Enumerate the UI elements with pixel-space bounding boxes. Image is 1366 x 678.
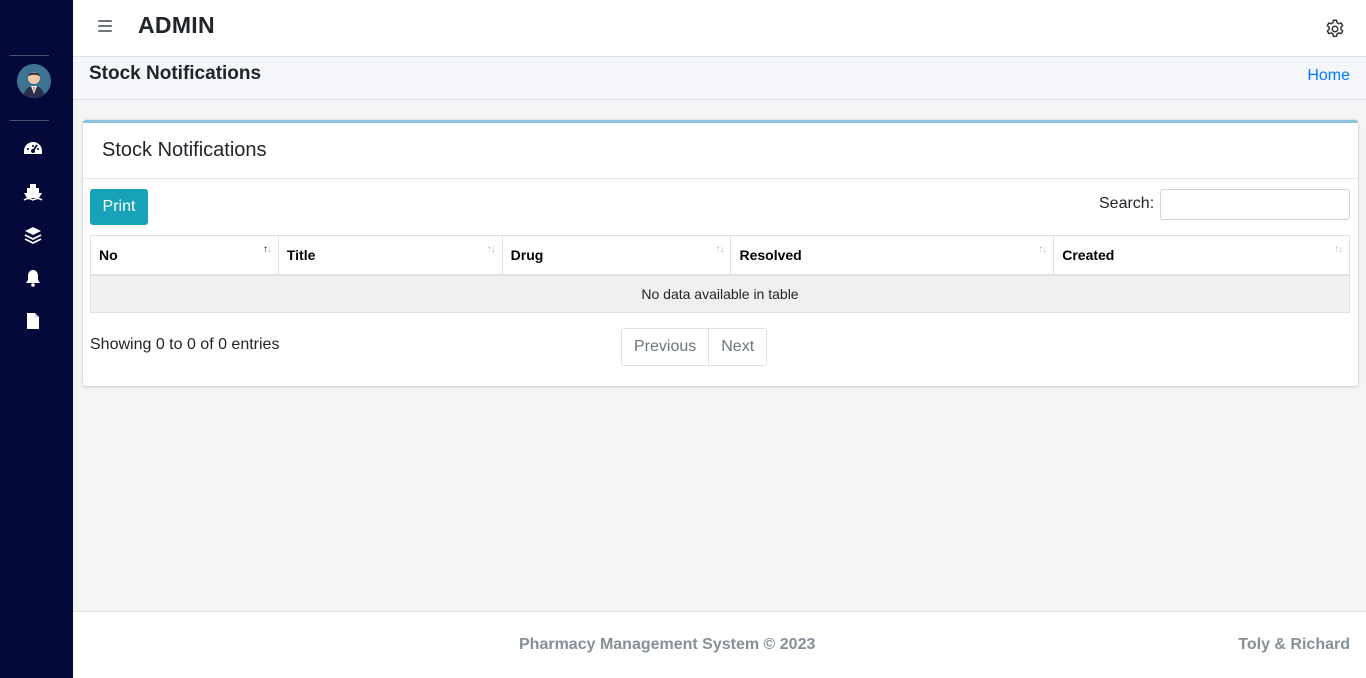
sort-icon: ↑↓ [715, 244, 724, 255]
table-header-row: No ↑↓ Title ↑↓ Drug ↑↓ Resolved ↑↓ Created ↑↓ [90, 235, 1350, 276]
pagination-next[interactable]: Next [708, 329, 767, 365]
breadcrumb-home-link[interactable]: Home [1307, 67, 1350, 85]
card-header: Stock Notifications [83, 123, 1358, 179]
column-header-no[interactable]: No ↑↓ [90, 235, 279, 276]
footer-authors: Toly & Richard [1238, 636, 1350, 653]
card-title: Stock Notifications [102, 139, 267, 161]
notifications-card: Stock Notifications Print Search: No ↑↓ T… [83, 120, 1358, 386]
pagination: Previous Next [621, 328, 768, 366]
sort-icon: ↑↓ [1038, 244, 1047, 255]
pagination-previous[interactable]: Previous [622, 329, 709, 365]
user-avatar[interactable] [17, 64, 51, 98]
search-label: Search: [1099, 195, 1155, 212]
top-navbar: ADMIN [73, 0, 1366, 57]
sidebar-divider [10, 120, 49, 121]
file-icon[interactable] [22, 310, 44, 332]
dashboard-gauge-icon[interactable] [22, 138, 44, 160]
notifications-table: No ↑↓ Title ↑↓ Drug ↑↓ Resolved ↑↓ Created ↑↓… [90, 235, 1350, 313]
sidebar [0, 0, 73, 678]
sort-icon: ↑↓ [262, 244, 272, 255]
column-header-resolved[interactable]: Resolved ↑↓ [730, 235, 1055, 276]
column-header-created[interactable]: Created ↑↓ [1053, 235, 1350, 276]
sort-icon: ↑↓ [486, 244, 496, 255]
ship-icon[interactable] [22, 181, 44, 203]
column-header-title[interactable]: Title ↑↓ [277, 235, 503, 276]
bell-icon[interactable] [22, 267, 44, 289]
print-button[interactable]: Print [90, 189, 148, 225]
page-title: Stock Notifications [89, 63, 262, 84]
empty-table-message: No data available in table [90, 274, 1350, 313]
column-header-drug[interactable]: Drug ↑↓ [501, 235, 732, 276]
hamburger-menu-icon[interactable] [96, 17, 114, 35]
sort-icon: ↑↓ [1334, 244, 1343, 255]
sidebar-divider [10, 55, 49, 56]
search-input[interactable] [1160, 189, 1350, 220]
table-row: No data available in table [90, 274, 1350, 313]
content-header: Stock Notifications Home [73, 57, 1366, 100]
brand-title: ADMIN [138, 12, 215, 38]
footer-copyright: Pharmacy Management System © 2023 [519, 636, 816, 653]
table-info: Showing 0 to 0 of 0 entries [90, 336, 280, 353]
layers-icon[interactable] [22, 224, 44, 246]
gear-icon[interactable] [1324, 18, 1346, 40]
footer: Pharmacy Management System © 2023 Toly &… [73, 611, 1366, 678]
main-content: Stock Notifications Print Search: No ↑↓ T… [73, 100, 1366, 611]
